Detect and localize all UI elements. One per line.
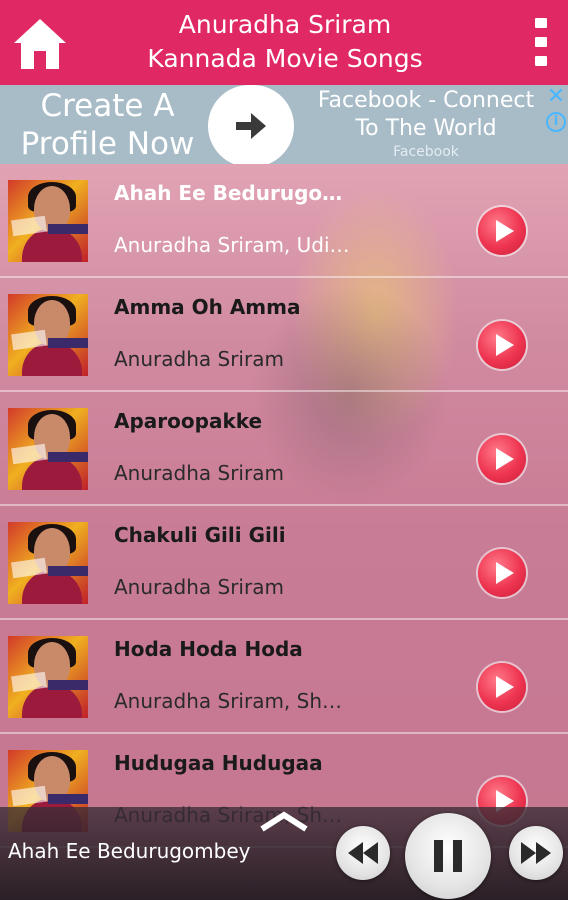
- more-vert-dot: [535, 56, 547, 66]
- album-art: [8, 294, 88, 376]
- song-row[interactable]: Aparoopakke Anuradha Sriram: [0, 392, 568, 506]
- song-list[interactable]: Ahah Ee Bedurugombey Anuradha Sriram, Ud…: [0, 164, 568, 900]
- song-artist: Anuradha Sriram: [114, 575, 284, 599]
- play-icon: [496, 448, 514, 470]
- play-icon: [496, 676, 514, 698]
- fast-forward-button[interactable]: [509, 826, 563, 880]
- rewind-button[interactable]: [336, 826, 390, 880]
- ad-close-icon[interactable]: ✕: [545, 85, 567, 109]
- home-button[interactable]: [12, 17, 68, 71]
- title-line-2: Kannada Movie Songs: [147, 44, 423, 73]
- ad-description-line-1: Facebook - Connect: [317, 88, 535, 113]
- play-button[interactable]: [478, 663, 526, 711]
- album-art: [8, 522, 88, 604]
- song-artist: Anuradha Sriram, Udit Narayan: [114, 233, 354, 257]
- album-art: [8, 408, 88, 490]
- home-icon: [14, 19, 66, 69]
- ad-headline: Create A Profile Now: [0, 87, 215, 163]
- arrow-right-icon: [236, 113, 266, 139]
- album-art-detail: [48, 794, 88, 804]
- now-playing-title: Ahah Ee Bedurugombey: [8, 839, 251, 863]
- song-artist: Anuradha Sriram: [114, 347, 284, 371]
- song-title: Chakuli Gili Gili: [114, 523, 286, 547]
- album-art: [8, 180, 88, 262]
- more-vert-icon: [535, 18, 547, 28]
- ad-cta-button[interactable]: [208, 85, 294, 164]
- song-row[interactable]: Hoda Hoda Hoda Anuradha Sriram, Shankar …: [0, 620, 568, 734]
- ad-headline-line-2: Profile Now: [20, 126, 195, 162]
- ad-description: Facebook - Connect To The World Facebook: [300, 87, 552, 161]
- title-line-1: Anuradha Sriram: [178, 10, 392, 39]
- rewind-icon: [348, 842, 378, 864]
- ad-banner[interactable]: Create A Profile Now Facebook - Connect …: [0, 85, 568, 164]
- ad-info-icon[interactable]: i: [546, 112, 566, 132]
- song-artist: Anuradha Sriram, Shankar Mahadevan: [114, 689, 354, 713]
- album-art-detail: [48, 566, 88, 576]
- more-vert-dot: [535, 37, 547, 47]
- chevron-up-icon: [260, 811, 308, 832]
- song-row[interactable]: Ahah Ee Bedurugombey Anuradha Sriram, Ud…: [0, 164, 568, 278]
- song-row[interactable]: Amma Oh Amma Anuradha Sriram: [0, 278, 568, 392]
- app-title: Anuradha Sriram Kannada Movie Songs: [90, 8, 480, 76]
- play-button[interactable]: [478, 435, 526, 483]
- song-title: Amma Oh Amma: [114, 295, 301, 319]
- play-button[interactable]: [478, 321, 526, 369]
- album-art-detail: [48, 680, 88, 690]
- ad-headline-line-1: Create A: [40, 88, 175, 124]
- song-title: Hoda Hoda Hoda: [114, 637, 303, 661]
- song-artist: Anuradha Sriram: [114, 461, 284, 485]
- song-title: Aparoopakke: [114, 409, 263, 433]
- play-icon: [496, 220, 514, 242]
- play-button[interactable]: [478, 207, 526, 255]
- app-bar: Anuradha Sriram Kannada Movie Songs: [0, 0, 568, 85]
- pause-button[interactable]: [405, 813, 491, 899]
- fast-forward-icon: [521, 842, 551, 864]
- overflow-menu-button[interactable]: [528, 18, 556, 68]
- pause-icon: [434, 840, 462, 872]
- play-icon: [496, 562, 514, 584]
- mini-player: Ahah Ee Bedurugombey: [0, 807, 568, 900]
- play-icon: [496, 334, 514, 356]
- album-art-detail: [48, 452, 88, 462]
- expand-player-button[interactable]: [258, 809, 310, 833]
- ad-description-line-2: To The World: [355, 116, 497, 141]
- song-title: Ahah Ee Bedurugombey: [114, 181, 354, 205]
- play-button[interactable]: [478, 549, 526, 597]
- ad-source: Facebook: [393, 144, 459, 160]
- album-art-detail: [48, 224, 88, 234]
- album-art: [8, 636, 88, 718]
- song-row[interactable]: Chakuli Gili Gili Anuradha Sriram: [0, 506, 568, 620]
- song-title: Hudugaa Hudugaa: [114, 751, 323, 775]
- album-art-detail: [48, 338, 88, 348]
